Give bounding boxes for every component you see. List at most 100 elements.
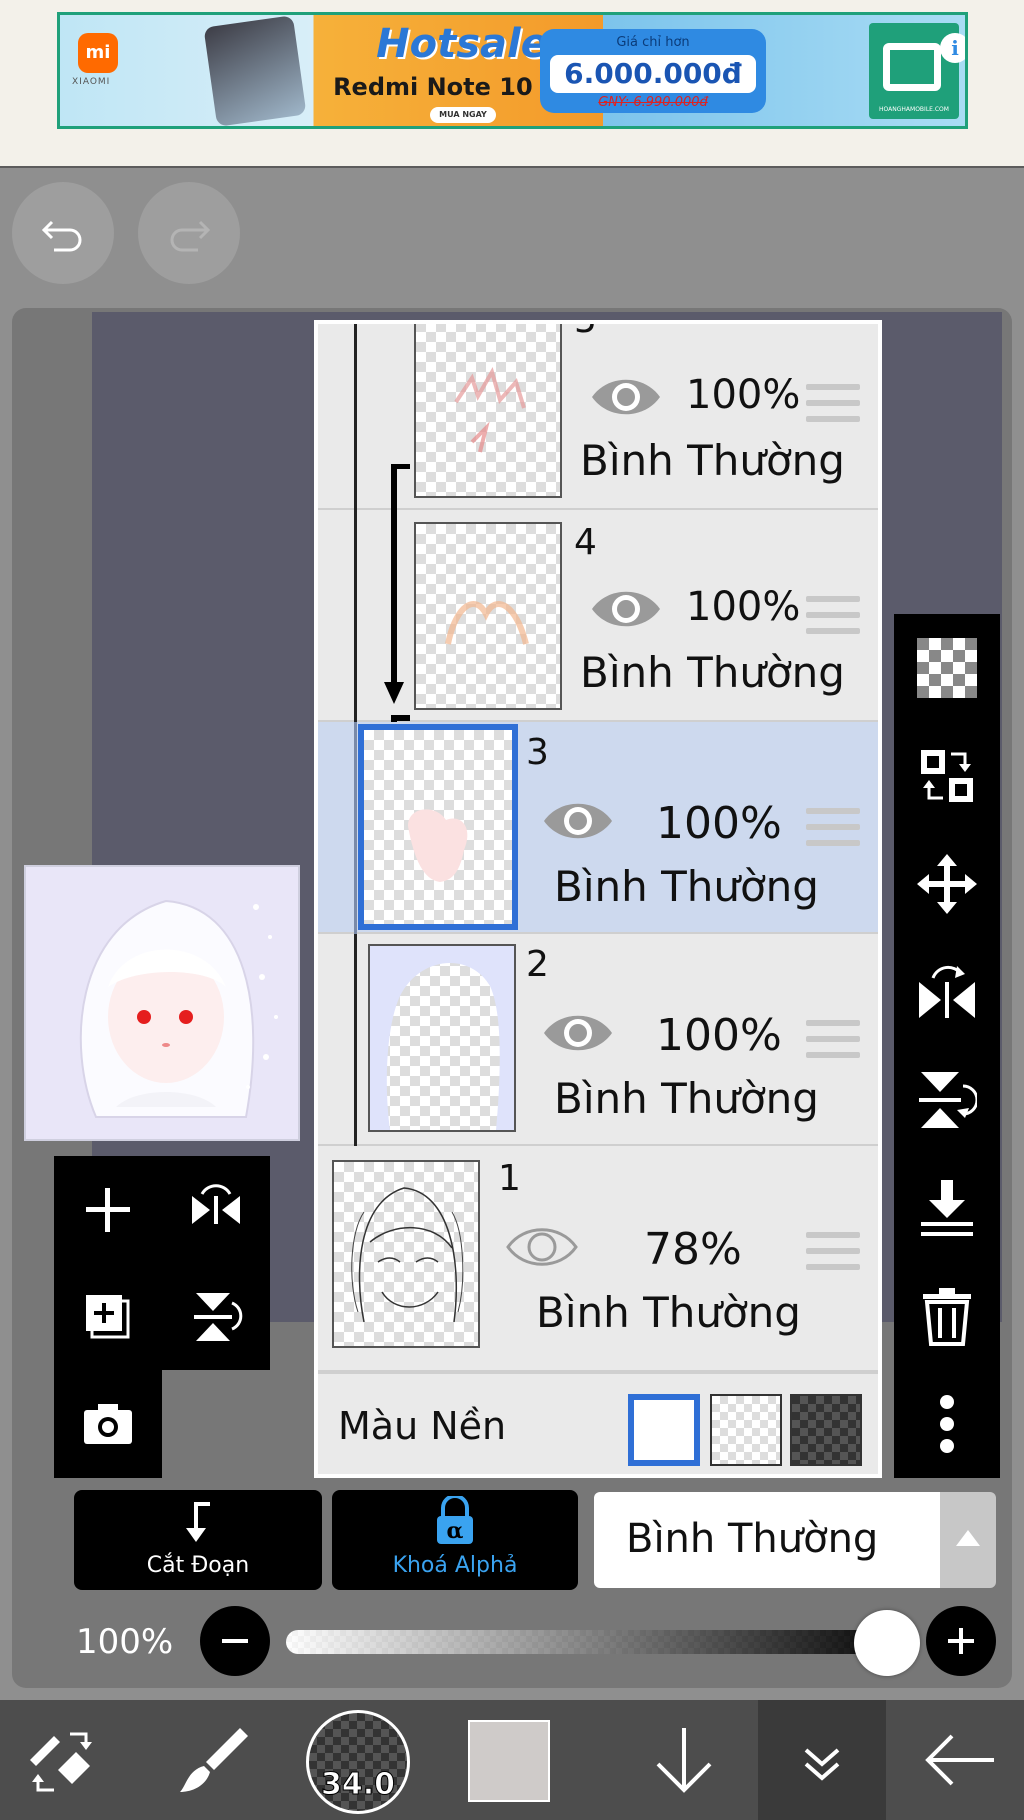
artwork-preview [26, 867, 298, 1139]
plus-icon-v [959, 1628, 963, 1654]
layer-number: 5 [574, 324, 597, 341]
triangle-up-icon [956, 1530, 980, 1546]
download-button[interactable] [620, 1700, 748, 1820]
collapse-button[interactable] [758, 1700, 886, 1820]
drag-handle-icon[interactable] [806, 808, 860, 850]
opacity-slider[interactable] [286, 1630, 886, 1654]
add-layer-button[interactable] [54, 1156, 162, 1263]
layer-opacity: 78% [644, 1224, 742, 1275]
clipping-label: Cắt Đoạn [146, 1553, 250, 1578]
flip-horizontal-button[interactable] [162, 1156, 270, 1263]
eye-icon[interactable] [540, 1008, 616, 1058]
layer-tools-left [54, 1156, 270, 1478]
camera-icon [84, 1404, 132, 1444]
flip-layer-horizontal-icon [919, 965, 975, 1018]
ad-brand-sub: XIAOMI [72, 77, 111, 87]
back-arrow-icon [925, 1734, 994, 1786]
flip-layer-horizontal-button[interactable] [894, 938, 1000, 1046]
layer-row-3[interactable]: 3 100% Bình Thường [318, 722, 878, 934]
brush-tool-button[interactable] [150, 1700, 278, 1820]
layer-opacity: 100% [686, 372, 801, 418]
delete-layer-button[interactable] [894, 1262, 1000, 1370]
opacity-slider-handle[interactable] [854, 1610, 920, 1676]
color-swatch[interactable] [468, 1720, 550, 1802]
drag-handle-icon[interactable] [806, 1232, 860, 1274]
clipping-arrow-icon [384, 464, 410, 752]
layers-list: 5 100% Bình Thường 4 100% [318, 324, 878, 1474]
layer-thumbnail [332, 1160, 480, 1348]
brush-icon [180, 1728, 248, 1792]
layer-number: 3 [526, 732, 549, 773]
layer-content-preview [454, 366, 526, 453]
opacity-increase-button[interactable] [926, 1606, 996, 1676]
ad-area: mi XIAOMI Hotsale Redmi Note 10 Pro MUA … [0, 0, 1024, 168]
layer-tools-right [894, 614, 1000, 1478]
layer-row-1[interactable]: 1 78% Bình Thường [318, 1146, 878, 1372]
background-color-row: Màu Nền [318, 1372, 878, 1474]
tool-switch-button[interactable] [0, 1700, 128, 1820]
opacity-decrease-button[interactable] [200, 1606, 270, 1676]
more-icon [940, 1395, 954, 1453]
brush-size-value: 34.0 [320, 1767, 396, 1803]
clipping-button[interactable]: Cắt Đoạn [74, 1490, 322, 1590]
eye-icon[interactable] [504, 1222, 580, 1272]
swap-tool-icon [30, 1732, 92, 1792]
drag-handle-icon[interactable] [806, 596, 860, 638]
clip-line [354, 324, 357, 510]
layer-thumbnail-selected [358, 724, 518, 930]
eye-icon[interactable] [540, 796, 616, 846]
layer-content-preview [445, 601, 529, 645]
minus-icon [222, 1639, 248, 1643]
blend-mode-dropdown-button[interactable] [940, 1492, 996, 1588]
blend-mode-select[interactable]: Bình Thường [594, 1492, 940, 1588]
alpha-lock-label: Khoá Alphả [392, 1553, 518, 1578]
layer-content-preview [408, 809, 468, 882]
eye-icon[interactable] [588, 372, 664, 422]
brush-size-button[interactable]: 34.0 [306, 1710, 410, 1814]
collapse-icon [804, 1748, 840, 1781]
merge-down-button[interactable] [894, 1154, 1000, 1262]
flip-vertical-icon [194, 1293, 243, 1341]
trash-icon [923, 1288, 971, 1346]
camera-button[interactable] [54, 1370, 162, 1477]
add-layer-icon [86, 1188, 130, 1232]
layer-thumbnail [414, 324, 562, 498]
ad-store-glyph [883, 43, 941, 91]
transparency-button[interactable] [894, 614, 1000, 722]
layer-opacity: 100% [686, 584, 801, 630]
ad-price-box: Giá chỉ hơn 6.000.000đ GNY: 6.990.000đ [540, 29, 766, 113]
layer-content-preview [351, 1187, 464, 1323]
drag-handle-icon[interactable] [806, 384, 860, 426]
eye-icon[interactable] [588, 584, 664, 634]
download-icon [656, 1728, 712, 1793]
background-white-swatch[interactable] [628, 1394, 700, 1466]
tree-line [354, 722, 357, 934]
move-button[interactable] [894, 830, 1000, 938]
redo-button[interactable] [138, 182, 240, 284]
alpha-lock-button[interactable]: α Khoá Alphả [332, 1490, 578, 1590]
layer-opacity: 100% [656, 1010, 782, 1061]
move-icon [917, 854, 977, 914]
drag-handle-icon[interactable] [806, 1020, 860, 1062]
flip-layer-vertical-button[interactable] [894, 1046, 1000, 1154]
ad-banner[interactable]: mi XIAOMI Hotsale Redmi Note 10 Pro MUA … [57, 12, 968, 129]
layer-swap-button[interactable] [894, 722, 1000, 830]
flip-vertical-button[interactable] [162, 1263, 270, 1370]
ad-cta-button[interactable]: MUA NGAY [430, 107, 496, 123]
undo-button[interactable] [12, 182, 114, 284]
transparency-icon [917, 638, 977, 698]
more-options-button[interactable] [894, 1370, 1000, 1478]
flip-layer-vertical-icon [919, 1072, 977, 1128]
clip-line [354, 510, 357, 722]
navigator-thumbnail[interactable] [24, 865, 300, 1141]
background-dark-checker-swatch[interactable] [790, 1394, 862, 1466]
duplicate-layer-button[interactable] [54, 1263, 162, 1370]
layer-number: 4 [574, 522, 597, 563]
ad-info-icon[interactable]: i [940, 33, 965, 63]
back-button[interactable] [894, 1700, 1022, 1820]
background-transparent-swatch[interactable] [710, 1394, 782, 1466]
merge-down-icon [921, 1180, 973, 1236]
layer-row-2[interactable]: 2 100% Bình Thường [318, 934, 878, 1146]
layer-blend-mode: Bình Thường [554, 862, 819, 911]
layer-blend-mode: Bình Thường [580, 648, 845, 697]
